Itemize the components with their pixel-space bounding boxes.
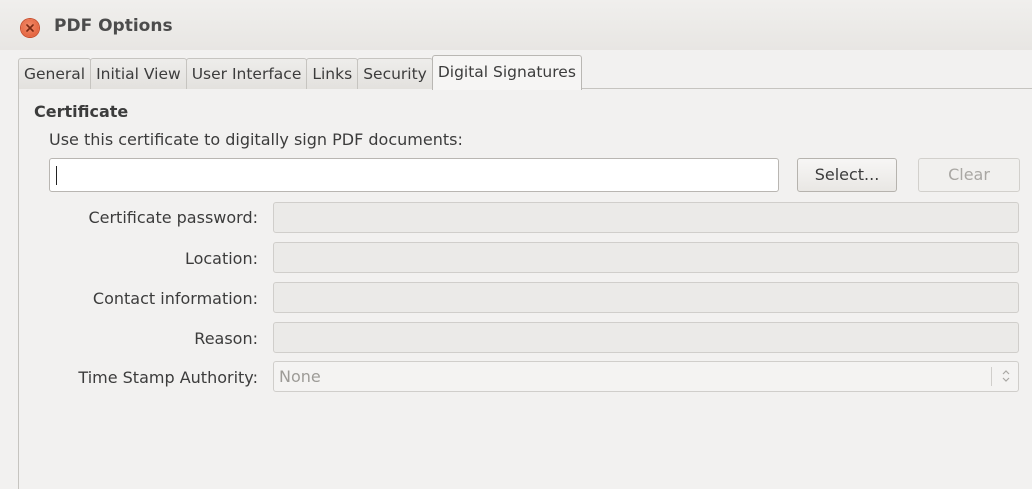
location-label: Location: (184, 249, 258, 268)
time-stamp-authority-select[interactable]: None (273, 361, 1019, 392)
reason-label: Reason: (194, 329, 258, 348)
text-caret (56, 166, 57, 185)
tab-links[interactable]: Links (306, 58, 359, 89)
certificate-input[interactable] (49, 158, 779, 192)
window-title: PDF Options (54, 16, 173, 36)
certificate-password-label: Certificate password: (88, 208, 258, 227)
contact-information-label: Contact information: (92, 289, 258, 308)
time-stamp-authority-label: Time Stamp Authority: (78, 368, 258, 387)
tab-general[interactable]: General (18, 58, 92, 89)
time-stamp-authority-value: None (279, 367, 321, 386)
close-button[interactable] (21, 19, 39, 37)
close-icon (26, 24, 34, 32)
title-bar: PDF Options (0, 0, 1032, 50)
certificate-description: Use this certificate to digitally sign P… (49, 130, 463, 149)
tab-user-interface[interactable]: User Interface (185, 58, 308, 89)
reason-field[interactable] (273, 322, 1019, 353)
tab-initial-view[interactable]: Initial View (90, 58, 187, 89)
select-certificate-button[interactable]: Select... (797, 158, 897, 192)
certificate-password-field[interactable] (273, 202, 1019, 233)
certificate-heading: Certificate (34, 102, 129, 121)
location-field[interactable] (273, 242, 1019, 273)
clear-certificate-button[interactable]: Clear (918, 158, 1020, 192)
contact-information-field[interactable] (273, 282, 1019, 313)
tab-bar: General Initial View User Interface Link… (18, 55, 582, 90)
tab-digital-signatures[interactable]: Digital Signatures (431, 55, 582, 90)
spinner-arrows-icon (1002, 370, 1010, 382)
spinner-divider (991, 367, 992, 386)
tab-security[interactable]: Security (357, 58, 433, 89)
